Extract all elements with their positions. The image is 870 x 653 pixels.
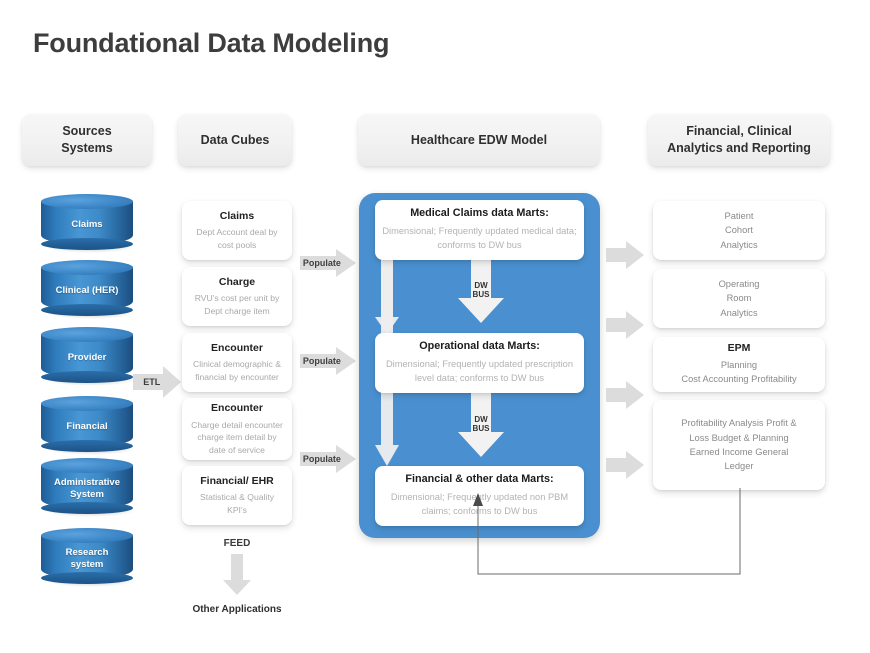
arrow-right-icon — [606, 381, 644, 409]
analytics-card-line: Ledger — [724, 461, 754, 472]
data-cube-card-charge[interactable]: Charge RVU's cost per unit by Dept charg… — [182, 267, 292, 326]
feed-arrow — [222, 554, 252, 596]
edw-card-medical-claims-data-marts[interactable]: Medical Claims data Marts: Dimensional; … — [375, 200, 584, 260]
arrow-right-icon — [606, 311, 644, 339]
source-cylinder-label: Administrative System — [45, 468, 129, 510]
analytics-card-title: EPM — [727, 342, 751, 355]
populate-arrow-3: Populate — [300, 444, 356, 474]
arrow-right-icon — [606, 241, 644, 269]
populate-arrow-1: Populate — [300, 248, 356, 278]
analytics-card-line: Analytics — [720, 239, 758, 250]
analytics-card-line: Earned Income General — [689, 447, 789, 457]
source-cylinder-label-line2: system — [70, 559, 104, 570]
arrow-right-icon — [606, 451, 644, 479]
dw-bus-label-line2: BUS — [472, 423, 490, 433]
analytics-card-line: Cost Accounting Profitability — [681, 374, 797, 385]
data-cube-card-encounter-charge[interactable]: Encounter Charge detail encounter charge… — [182, 398, 292, 460]
data-cube-card-desc: Statistical & Quality KPI's — [199, 492, 275, 515]
analytics-card-line: Patient — [724, 210, 754, 221]
source-cylinder-administrative-system[interactable]: Administrative System — [41, 458, 136, 517]
populate-label: Populate — [302, 356, 341, 366]
column-header-healthcare-edw-model: Healthcare EDW Model — [358, 114, 600, 166]
etl-arrow: ETL — [133, 365, 181, 399]
diagram-canvas: Foundational Data Modeling Sources Syste… — [0, 0, 870, 653]
feedback-loop-connector — [473, 488, 741, 575]
source-cylinder-label: Clinical (HER) — [55, 285, 119, 297]
dw-bus-arrow-1: DW BUS — [457, 256, 505, 324]
column-header-sources-systems: Sources Systems — [22, 114, 152, 166]
data-cube-card-desc: RVU's cost per unit by Dept charge item — [194, 293, 280, 316]
edw-to-analytics-arrow-2 — [606, 310, 644, 340]
column-header-data-cubes-line1: Data Cubes — [200, 132, 270, 147]
analytics-card-line: Loss Budget & Planning — [689, 432, 789, 443]
data-cube-card-title: Charge — [218, 275, 256, 288]
analytics-card-line: Cohort — [725, 225, 753, 236]
data-cube-card-encounter-clinical[interactable]: Encounter Clinical demographic & financi… — [182, 333, 292, 392]
analytics-card-line: Analytics — [720, 307, 758, 318]
dw-bus-label: DW BUS — [457, 415, 505, 434]
data-cube-card-title: Encounter — [211, 402, 263, 415]
source-cylinder-financial[interactable]: Financial — [41, 396, 136, 455]
source-cylinder-label: Claims — [71, 219, 103, 231]
populate-arrow-2: Populate — [300, 346, 356, 376]
source-cylinder-label-line1: Research — [65, 547, 109, 559]
data-cube-card-claims[interactable]: Claims Dept Account deal by cost pools — [182, 201, 292, 260]
source-cylinder-label: Research system — [45, 538, 129, 580]
edw-to-analytics-arrow-1 — [606, 240, 644, 270]
source-cylinder-label-line1: Administrative — [54, 477, 120, 489]
edw-card-title: Financial & other data Marts: — [405, 473, 554, 486]
analytics-card-epm[interactable]: EPM Planning Cost Accounting Profitabili… — [653, 337, 825, 392]
data-cube-card-financial-ehr[interactable]: Financial/ EHR Statistical & Quality KPI… — [182, 466, 292, 525]
column-header-analytics-line1: Financial, Clinical — [686, 124, 792, 139]
other-applications-label: Other Applications — [192, 604, 282, 615]
feed-label: FEED — [223, 538, 251, 549]
column-header-edw-line1: Healthcare EDW Model — [410, 132, 548, 147]
page-title: Foundational Data Modeling — [33, 28, 390, 58]
source-cylinder-label-line2: System — [70, 489, 104, 500]
source-cylinder-label: Provider — [67, 352, 107, 364]
source-cylinder-research-system[interactable]: Research system — [41, 528, 136, 587]
data-cube-card-desc: Charge detail encounter charge item deta… — [191, 419, 283, 455]
source-cylinder-label: Financial — [66, 421, 108, 433]
populate-label: Populate — [302, 258, 341, 268]
analytics-card-line: Room — [726, 293, 752, 304]
dw-bus-label-line2: BUS — [472, 289, 490, 299]
column-header-financial-clinical-analytics: Financial, Clinical Analytics and Report… — [648, 114, 830, 166]
data-cube-card-title: Encounter — [211, 341, 263, 354]
edw-card-title: Operational data Marts: — [419, 340, 540, 353]
analytics-card-line: Planning — [720, 359, 758, 370]
analytics-card-patient-cohort-analytics[interactable]: Patient Cohort Analytics — [653, 201, 825, 260]
source-cylinder-claims[interactable]: Claims — [41, 194, 136, 253]
data-cube-card-desc: Dept Account deal by cost pools — [196, 227, 278, 250]
data-cube-card-title: Financial/ EHR — [200, 474, 274, 487]
edw-card-desc: Dimensional; Frequently updated prescrip… — [385, 359, 574, 383]
data-cube-card-title: Claims — [219, 209, 255, 222]
analytics-card-operating-room-analytics[interactable]: Operating Room Analytics — [653, 269, 825, 328]
edw-to-analytics-arrow-4 — [606, 450, 644, 480]
arrow-down-icon — [223, 554, 251, 595]
column-header-analytics-line2: Analytics and Reporting — [667, 141, 811, 155]
column-header-sources-line2: Systems — [61, 141, 113, 155]
analytics-card-line: Profitability Analysis Profit & — [681, 418, 797, 429]
analytics-card-line: Operating — [718, 278, 760, 289]
etl-label: ETL — [143, 377, 161, 387]
column-header-data-cubes: Data Cubes — [178, 114, 292, 166]
dw-bus-label: DW BUS — [457, 281, 505, 300]
data-cube-card-desc: Clinical demographic & financial by enco… — [193, 359, 281, 382]
analytics-card-profitability-analysis[interactable]: Profitability Analysis Profit & Loss Bud… — [653, 400, 825, 490]
edw-to-analytics-arrow-3 — [606, 380, 644, 410]
dw-bus-arrow-2: DW BUS — [457, 390, 505, 458]
edw-card-operational-data-marts[interactable]: Operational data Marts: Dimensional; Fre… — [375, 333, 584, 393]
edw-card-title: Medical Claims data Marts: — [410, 207, 549, 220]
source-cylinder-clinical-her[interactable]: Clinical (HER) — [41, 260, 136, 319]
edw-card-desc: Dimensional; Frequently updated medical … — [382, 226, 577, 250]
source-cylinder-provider[interactable]: Provider — [41, 327, 136, 386]
populate-label: Populate — [302, 454, 341, 464]
column-header-sources-line1: Sources — [62, 124, 112, 139]
